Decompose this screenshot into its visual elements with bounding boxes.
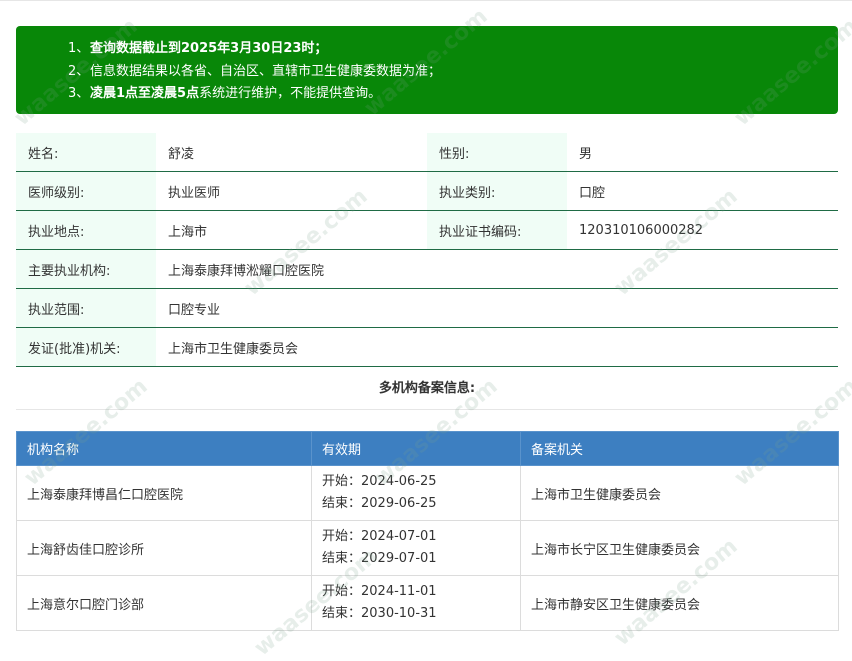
table-row: 上海泰康拜博昌仁口腔医院 开始：2024-06-25 结束：2029-06-25 … bbox=[16, 465, 839, 521]
validity-period: 开始：2024-11-01 结束：2030-10-31 bbox=[311, 575, 521, 631]
validity-period: 开始：2024-07-01 结束：2029-07-01 bbox=[311, 520, 521, 576]
location-value: 上海市 bbox=[156, 210, 427, 250]
level-label: 医师级别: bbox=[16, 171, 156, 211]
notice-item-2: 2、信息数据结果以各省、自治区、直辖市卫生健康委数据为准； bbox=[68, 63, 442, 79]
scope-value: 口腔专业 bbox=[156, 288, 838, 328]
table-header-row: 机构名称 有效期 备案机关 bbox=[16, 431, 839, 466]
info-row: 执业地点: 上海市 执业证书编码: 120310106000282 bbox=[16, 210, 838, 250]
header-institution-name: 机构名称 bbox=[16, 431, 312, 466]
notice-item-1: 1、查询数据截止到2025年3月30日23时； bbox=[68, 41, 328, 56]
validity-end: 结束：2029-07-01 bbox=[322, 551, 437, 566]
institution-label: 主要执业机构: bbox=[16, 249, 156, 289]
issuer-value: 上海市卫生健康委员会 bbox=[156, 327, 838, 367]
institution-name: 上海舒齿佳口腔诊所 bbox=[16, 520, 312, 576]
doctor-info-table: 姓名: 舒凌 性别: 男 医师级别: 执业医师 执业类别: 口腔 执业地点: 上… bbox=[16, 133, 838, 367]
location-label: 执业地点: bbox=[16, 210, 156, 250]
validity-start: 开始：2024-11-01 bbox=[322, 584, 437, 599]
gender-label: 性别: bbox=[427, 133, 567, 172]
notice-item-3: 3、凌晨1点至凌晨5点系统进行维护，不能提供查询。 bbox=[68, 86, 382, 101]
info-row: 发证(批准)机关: 上海市卫生健康委员会 bbox=[16, 327, 838, 367]
validity-period: 开始：2024-06-25 结束：2029-06-25 bbox=[311, 465, 521, 521]
scope-label: 执业范围: bbox=[16, 288, 156, 328]
validity-start: 开始：2024-06-25 bbox=[322, 474, 437, 489]
info-row: 医师级别: 执业医师 执业类别: 口腔 bbox=[16, 171, 838, 211]
table-row: 上海舒齿佳口腔诊所 开始：2024-07-01 结束：2029-07-01 上海市… bbox=[16, 520, 839, 576]
multi-institution-title: 多机构备案信息: bbox=[16, 369, 838, 410]
filing-authority: 上海市长宁区卫生健康委员会 bbox=[520, 520, 839, 576]
info-row: 主要执业机构: 上海泰康拜博淞耀口腔医院 bbox=[16, 249, 838, 289]
header-authority: 备案机关 bbox=[520, 431, 839, 466]
notice-banner: 1、查询数据截止到2025年3月30日23时； 2、信息数据结果以各省、自治区、… bbox=[16, 26, 838, 114]
info-row: 执业范围: 口腔专业 bbox=[16, 288, 838, 328]
institution-name: 上海意尔口腔门诊部 bbox=[16, 575, 312, 631]
table-row: 上海意尔口腔门诊部 开始：2024-11-01 结束：2030-10-31 上海市… bbox=[16, 575, 839, 631]
filing-authority: 上海市卫生健康委员会 bbox=[520, 465, 839, 521]
filing-authority: 上海市静安区卫生健康委员会 bbox=[520, 575, 839, 631]
name-value: 舒凌 bbox=[156, 133, 427, 172]
header-validity: 有效期 bbox=[311, 431, 521, 466]
validity-start: 开始：2024-07-01 bbox=[322, 529, 437, 544]
top-divider bbox=[0, 0, 852, 1]
institution-table: 机构名称 有效期 备案机关 上海泰康拜博昌仁口腔医院 开始：2024-06-25… bbox=[16, 431, 839, 631]
cert-label: 执业证书编码: bbox=[427, 210, 567, 250]
institution-value: 上海泰康拜博淞耀口腔医院 bbox=[156, 249, 838, 289]
info-row: 姓名: 舒凌 性别: 男 bbox=[16, 133, 838, 172]
cert-value: 120310106000282 bbox=[567, 210, 838, 250]
level-value: 执业医师 bbox=[156, 171, 427, 211]
validity-end: 结束：2030-10-31 bbox=[322, 606, 437, 621]
name-label: 姓名: bbox=[16, 133, 156, 172]
category-value: 口腔 bbox=[567, 171, 838, 211]
category-label: 执业类别: bbox=[427, 171, 567, 211]
validity-end: 结束：2029-06-25 bbox=[322, 496, 437, 511]
issuer-label: 发证(批准)机关: bbox=[16, 327, 156, 367]
gender-value: 男 bbox=[567, 133, 838, 172]
institution-name: 上海泰康拜博昌仁口腔医院 bbox=[16, 465, 312, 521]
